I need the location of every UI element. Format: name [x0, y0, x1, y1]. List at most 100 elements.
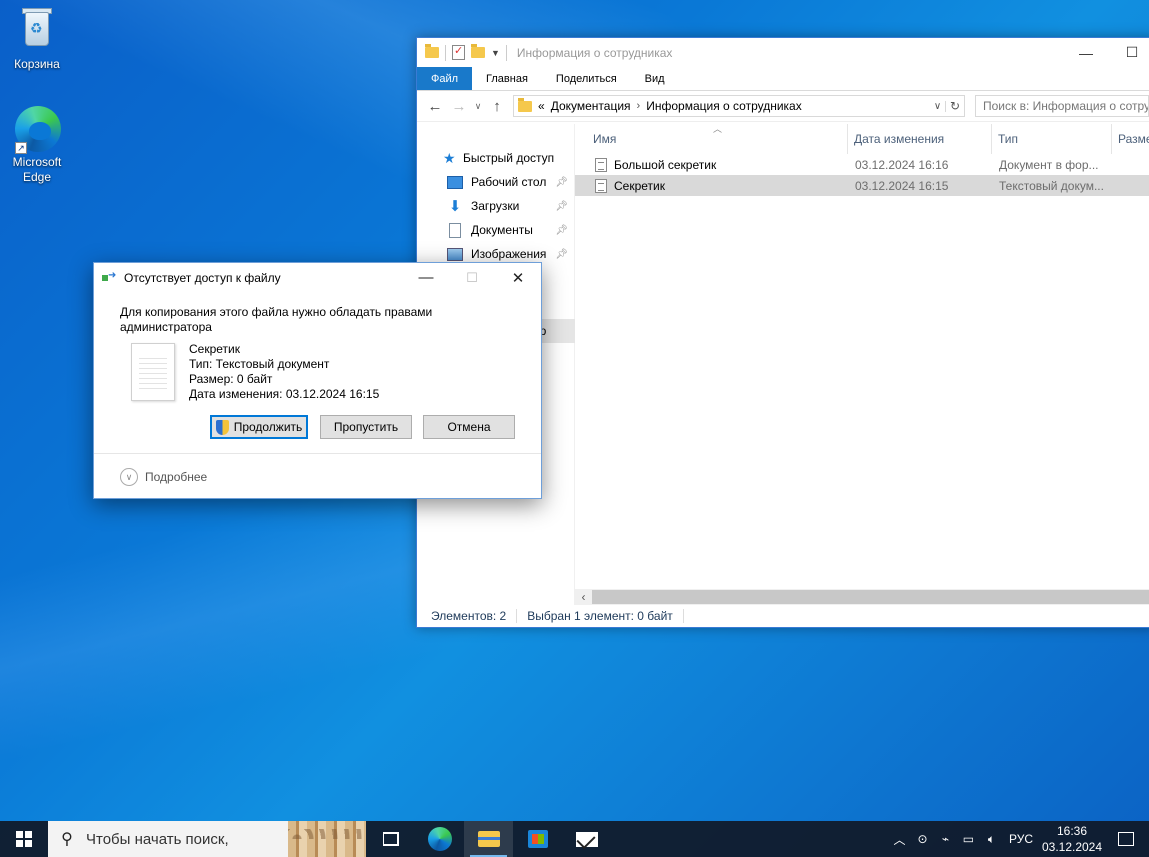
taskbar-explorer-button[interactable]	[464, 821, 513, 857]
dialog-maximize-button: ☐	[466, 269, 478, 285]
store-icon	[527, 830, 548, 848]
column-header-type[interactable]: Тип	[992, 124, 1112, 154]
desktop-icon-edge[interactable]: ↗ Microsoft Edge	[0, 104, 74, 185]
column-headers: ︿ Имя Дата изменения Тип Разме	[575, 124, 1149, 154]
more-details-toggle[interactable]: ∨ Подробнее	[120, 468, 207, 486]
file-row[interactable]: Большой секретик 03.12.2024 16:16 Докуме…	[575, 154, 1149, 175]
clock-date: 03.12.2024	[1041, 840, 1103, 854]
cancel-button[interactable]: Отмена	[423, 415, 515, 439]
pictures-icon	[447, 247, 463, 261]
new-folder-icon[interactable]	[471, 44, 485, 58]
dialog-minimize-button[interactable]: —	[403, 263, 449, 292]
folder-icon	[518, 97, 532, 112]
properties-icon[interactable]	[452, 44, 465, 60]
file-row-selected[interactable]: Секретик 03.12.2024 16:15 Текстовый доку…	[575, 175, 1149, 196]
horizontal-scrollbar[interactable]: ‹	[575, 589, 1149, 605]
nav-item-desktop[interactable]: Рабочий стол 📌︎	[417, 170, 574, 194]
folder-icon	[425, 44, 439, 58]
taskbar-search-box[interactable]: ⚲ Чтобы начать поиск,	[48, 821, 366, 857]
nav-item-documents[interactable]: Документы 📌︎	[417, 218, 574, 242]
desktop-icon-label: Корзина	[14, 57, 60, 71]
dialog-close-button[interactable]: ✕	[495, 263, 541, 292]
skip-button[interactable]: Пропустить	[320, 415, 412, 439]
text-document-icon	[131, 343, 175, 401]
task-view-button[interactable]	[366, 821, 415, 857]
edge-icon	[427, 827, 452, 851]
file-name: Секретик	[614, 178, 665, 193]
file-info-size: Размер: 0 байт	[189, 372, 273, 386]
chevron-down-icon: ∨	[120, 468, 138, 486]
file-explorer-icon	[477, 831, 500, 847]
star-icon: ★	[443, 149, 456, 166]
power-icon[interactable]: ⌁	[934, 832, 957, 846]
clock-time: 16:36	[1056, 824, 1088, 838]
taskbar-mail-button[interactable]	[562, 821, 611, 857]
taskbar-store-button[interactable]	[513, 821, 562, 857]
pin-icon[interactable]: 📌︎	[555, 249, 568, 260]
scrollbar-thumb[interactable]	[592, 590, 1149, 604]
nav-item-downloads[interactable]: ⬇ Загрузки 📌︎	[417, 194, 574, 218]
scroll-left-icon[interactable]: ‹	[575, 590, 592, 604]
recycle-bin-icon	[13, 6, 61, 54]
document-icon	[595, 157, 607, 172]
file-info-modified: Дата изменения: 03.12.2024 16:15	[189, 387, 380, 401]
tab-share[interactable]: Поделиться	[542, 67, 631, 90]
up-arrow-icon[interactable]: ↑	[485, 98, 509, 115]
forward-arrow-icon[interactable]: →	[447, 98, 471, 115]
documents-icon	[449, 222, 461, 238]
mail-icon	[575, 831, 598, 847]
nav-item-label: Изображения	[471, 247, 547, 261]
file-type: Текстовый докум...	[999, 178, 1104, 193]
nav-item-label: Документы	[471, 223, 533, 237]
uac-shield-icon	[215, 419, 229, 435]
taskbar: ⚲ Чтобы начать поиск, ︿ ⊙ ⌁ ▭ 🔈︎ РУС 16:…	[0, 821, 1149, 857]
address-dropdown-icon[interactable]: ∨	[930, 100, 946, 112]
customize-qat-chevron-icon[interactable]: ▼	[491, 48, 500, 58]
file-list: ︿ Имя Дата изменения Тип Разме Большой с…	[575, 124, 1149, 605]
volume-icon[interactable]: 🔈︎	[980, 832, 1003, 847]
column-header-size[interactable]: Разме	[1112, 124, 1149, 154]
copy-icon	[102, 270, 118, 284]
breadcrumb-documentation[interactable]: Документация	[551, 99, 631, 113]
taskbar-edge-button[interactable]	[415, 821, 464, 857]
action-center-button[interactable]	[1103, 832, 1149, 846]
network-icon[interactable]: ▭	[957, 832, 980, 846]
dialog-titlebar[interactable]: Отсутствует доступ к файлу — ☐ ✕	[94, 263, 541, 292]
pin-icon[interactable]: 📌︎	[555, 201, 568, 212]
nav-item-quick-access[interactable]: ★ Быстрый доступ	[417, 146, 574, 170]
item-count: Элементов: 2	[431, 609, 507, 623]
column-header-name[interactable]: Имя	[575, 124, 848, 154]
file-info-type: Тип: Текстовый документ	[189, 357, 330, 371]
tab-file[interactable]: Файл	[417, 67, 473, 90]
file-type: Документ в фор...	[999, 157, 1099, 172]
start-button[interactable]	[0, 821, 48, 857]
show-hidden-icons-chevron-icon[interactable]: ︿	[888, 831, 911, 848]
meet-now-icon[interactable]: ⊙	[911, 832, 934, 846]
tab-view[interactable]: Вид	[631, 67, 679, 90]
breadcrumb-overflow[interactable]: «	[538, 99, 545, 113]
explorer-titlebar[interactable]: ▼ Информация о сотрудниках — ☐	[417, 38, 1149, 67]
desktop-icon-label: Microsoft Edge	[12, 155, 62, 184]
search-highlight-image[interactable]	[288, 821, 366, 857]
desktop-icon-recycle-bin[interactable]: Корзина	[0, 6, 74, 72]
clock[interactable]: 16:36 03.12.2024	[1041, 823, 1103, 855]
breadcrumb-employee-info[interactable]: Информация о сотрудниках	[646, 99, 802, 113]
text-file-icon	[595, 178, 607, 193]
pin-icon[interactable]: 📌︎	[555, 177, 568, 188]
tab-home[interactable]: Главная	[472, 67, 542, 90]
taskbar-search-placeholder: Чтобы начать поиск,	[86, 830, 229, 848]
maximize-button[interactable]: ☐	[1109, 38, 1149, 67]
address-bar[interactable]: « Документация › Информация о сотрудника…	[513, 95, 965, 117]
recent-locations-chevron-icon[interactable]: ∨	[471, 101, 485, 112]
input-language[interactable]: РУС	[1009, 832, 1033, 846]
back-arrow-icon[interactable]: ←	[423, 98, 447, 115]
edge-icon: ↗	[13, 104, 61, 154]
selection-info: Выбран 1 элемент: 0 байт	[527, 609, 673, 623]
continue-button[interactable]: Продолжить	[210, 415, 308, 439]
search-input[interactable]: Поиск в: Информация о сотрудниках	[975, 95, 1149, 117]
refresh-icon[interactable]: ↻	[946, 99, 964, 113]
minimize-button[interactable]: —	[1063, 38, 1109, 67]
pin-icon[interactable]: 📌︎	[555, 225, 568, 236]
column-header-date[interactable]: Дата изменения	[848, 124, 992, 154]
breadcrumb-chevron-icon[interactable]: ›	[637, 100, 641, 112]
